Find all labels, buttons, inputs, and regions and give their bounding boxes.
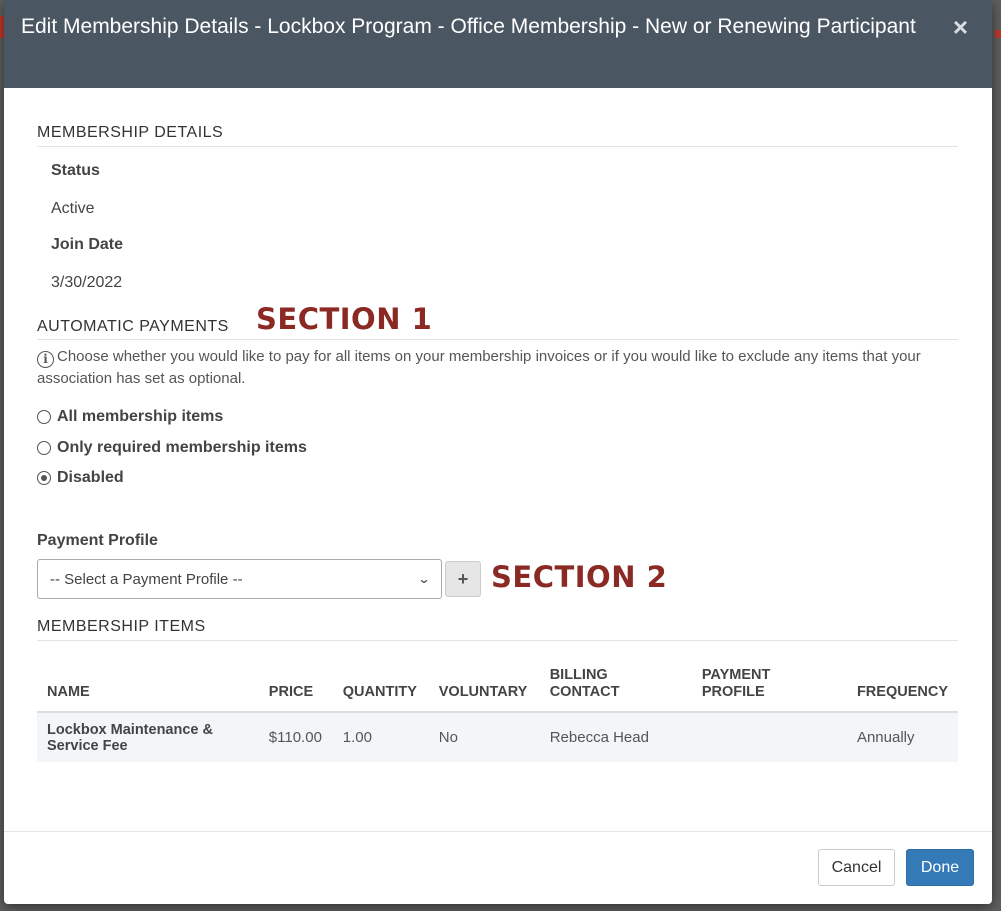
table-header-row: NAME PRICE QUANTITY VOLUNTARY BILLING CO… (37, 656, 958, 713)
item-quantity: 1.00 (332, 712, 429, 762)
item-billing-contact: Rebecca Head (539, 712, 692, 762)
status-value: Active (51, 200, 95, 217)
item-frequency: Annually (846, 712, 958, 762)
section-1-annotation: SECTION 1 (256, 302, 433, 336)
join-date-label: Join Date (51, 236, 124, 253)
table-row: Lockbox Maintenance & Service Fee $110.0… (37, 712, 958, 762)
automatic-payments-info: i Choose whether you would like to pay fo… (37, 346, 962, 389)
item-voluntary: No (428, 712, 540, 762)
info-text: Choose whether you would like to pay for… (37, 348, 921, 387)
modal-header: Edit Membership Details - Lockbox Progra… (4, 0, 992, 88)
join-date-value: 3/30/2022 (51, 274, 123, 291)
payment-profile-header-text: PAYMENT PROFILE (701, 667, 771, 700)
done-button[interactable]: Done (906, 849, 974, 886)
cancel-button[interactable]: Cancel (818, 849, 895, 886)
column-header-quantity: QUANTITY (332, 656, 429, 713)
column-header-name: NAME (37, 656, 259, 713)
radio-button[interactable] (37, 441, 51, 455)
automatic-payments-heading-text: AUTOMATIC PAYMENTS (37, 318, 229, 335)
close-icon[interactable]: × (953, 14, 968, 40)
item-name-text: Lockbox Maintenance & Service Fee (47, 721, 213, 754)
payment-profile-selected-value: -- Select a Payment Profile -- (50, 570, 243, 588)
chevron-down-icon: ⌄ (417, 572, 431, 586)
backdrop-brand-fragment-right (995, 30, 1001, 38)
column-header-billing-contact: BILLING CONTACT (539, 656, 692, 713)
info-icon: i (37, 351, 54, 368)
billing-contact-header-text: BILLING CONTACT (549, 667, 620, 700)
membership-items-table: NAME PRICE QUANTITY VOLUNTARY BILLING CO… (37, 656, 958, 762)
edit-membership-modal: Edit Membership Details - Lockbox Progra… (4, 0, 992, 904)
radio-button[interactable] (37, 410, 51, 424)
radio-all-membership-items[interactable]: All membership items (37, 408, 223, 426)
radio-button-selected[interactable] (37, 471, 51, 485)
item-payment-profile (691, 712, 847, 762)
section-2-annotation: SECTION 2 (491, 560, 668, 594)
status-label: Status (51, 162, 100, 179)
radio-label: All membership items (57, 408, 224, 425)
column-header-voluntary: VOLUNTARY (428, 656, 540, 713)
radio-disabled[interactable]: Disabled (37, 469, 124, 487)
add-payment-profile-button[interactable]: + (445, 561, 481, 597)
column-header-price: PRICE (258, 656, 333, 713)
radio-label: Disabled (57, 469, 124, 486)
column-header-frequency: FREQUENCY (846, 656, 958, 713)
payment-profile-select[interactable]: -- Select a Payment Profile -- ⌄ (37, 559, 442, 599)
membership-details-heading: MEMBERSHIP DETAILS (37, 124, 958, 147)
item-name: Lockbox Maintenance & Service Fee (37, 712, 259, 762)
radio-label: Only required membership items (57, 439, 307, 456)
modal-title: Edit Membership Details - Lockbox Progra… (21, 15, 916, 38)
column-header-payment-profile: PAYMENT PROFILE (691, 656, 847, 713)
payment-profile-label: Payment Profile (37, 532, 158, 549)
automatic-payments-heading: AUTOMATIC PAYMENTS (37, 318, 958, 340)
modal-footer-divider (4, 831, 992, 832)
radio-only-required-items[interactable]: Only required membership items (37, 439, 307, 457)
membership-items-heading: MEMBERSHIP ITEMS (37, 618, 958, 641)
item-price: $110.00 (258, 712, 333, 762)
